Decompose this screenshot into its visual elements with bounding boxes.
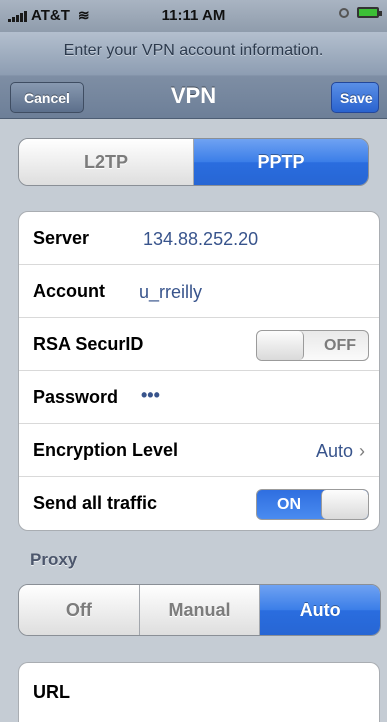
account-row[interactable]: Account u_rreilly xyxy=(19,265,379,318)
send-all-traffic-toggle[interactable]: ON xyxy=(256,489,369,520)
proxy-option-auto[interactable]: Auto xyxy=(260,585,380,635)
proxy-option-manual[interactable]: Manual xyxy=(139,585,261,635)
url-label: URL xyxy=(33,682,70,702)
save-button[interactable]: Save xyxy=(331,82,379,113)
rsa-securid-label: RSA SecurID xyxy=(33,334,144,354)
proxy-option-off[interactable]: Off xyxy=(19,585,140,635)
toggle-state: ON xyxy=(277,496,301,513)
send-all-traffic-row: Send all traffic ON xyxy=(19,477,379,530)
battery-icon xyxy=(357,7,382,18)
proxy-segmented-control: Off Manual Auto xyxy=(18,584,381,636)
server-field[interactable]: 134.88.252.20 xyxy=(143,229,258,250)
rotation-lock-icon xyxy=(339,7,349,18)
encryption-level-text: Auto xyxy=(315,441,353,461)
navigation-bar: Enter your VPN account information. Canc… xyxy=(0,32,387,119)
server-label: Server xyxy=(33,228,90,248)
password-label: Password xyxy=(33,387,119,407)
encryption-level-value: Auto › xyxy=(316,441,365,462)
account-label: Account xyxy=(33,281,105,301)
toggle-knob xyxy=(321,490,368,519)
chevron-right-icon: › xyxy=(359,441,365,461)
nav-prompt: Enter your VPN account information. xyxy=(63,42,324,59)
proxy-section-header: Proxy xyxy=(30,550,78,569)
encryption-level-label: Encryption Level xyxy=(33,440,179,460)
password-row[interactable]: Password ••• xyxy=(19,371,379,424)
status-bar: AT&T ≋ 11:11 AM xyxy=(0,0,387,32)
status-right xyxy=(339,7,382,18)
vpn-settings-group: Server 134.88.252.20 Account u_rreilly R… xyxy=(18,211,380,531)
protocol-segmented-control: L2TP PPTP xyxy=(18,138,369,186)
clock: 11:11 AM xyxy=(161,7,226,24)
password-field[interactable]: ••• xyxy=(141,385,160,406)
url-row[interactable]: URL xyxy=(19,663,379,721)
rsa-securid-row: RSA SecurID OFF xyxy=(19,318,379,371)
send-all-traffic-label: Send all traffic xyxy=(33,493,158,513)
proxy-url-group: URL xyxy=(18,662,380,722)
toggle-state: OFF xyxy=(324,337,356,354)
rsa-securid-toggle[interactable]: OFF xyxy=(256,330,369,361)
page-title: VPN xyxy=(170,83,217,108)
server-row[interactable]: Server 134.88.252.20 xyxy=(19,212,379,265)
encryption-level-row[interactable]: Encryption Level Auto › xyxy=(19,424,379,477)
toggle-knob xyxy=(257,331,304,360)
account-field[interactable]: u_rreilly xyxy=(139,282,202,303)
protocol-option-pptp[interactable]: PPTP xyxy=(194,139,368,185)
protocol-option-l2tp[interactable]: L2TP xyxy=(19,139,194,185)
